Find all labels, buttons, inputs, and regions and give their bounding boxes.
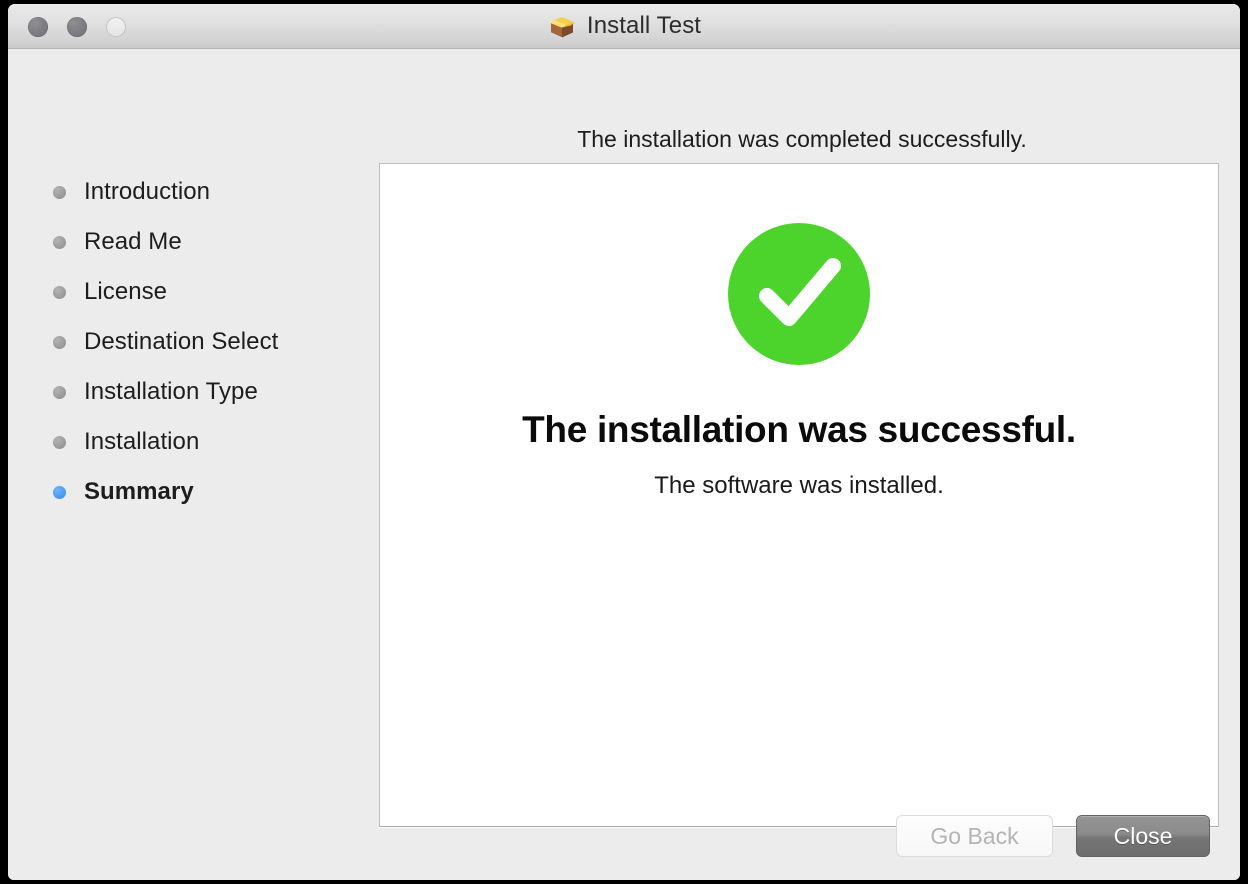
- window-titlebar: Install Test: [8, 4, 1240, 49]
- content-panel: The installation was successful. The sof…: [379, 163, 1219, 827]
- step-bullet-active-icon: [53, 485, 66, 499]
- minimize-window-button[interactable]: [67, 17, 87, 37]
- sidebar-item-introduction[interactable]: Introduction: [8, 167, 370, 217]
- success-subtitle: The software was installed.: [654, 472, 944, 499]
- window-title-group: Install Test: [8, 12, 1240, 40]
- sidebar-item-label: Installation Type: [84, 378, 258, 405]
- installer-steps-sidebar: Introduction Read Me License Destination…: [8, 49, 370, 880]
- sidebar-item-label: Introduction: [84, 178, 211, 205]
- close-window-button[interactable]: [28, 17, 48, 37]
- package-box-icon: [547, 13, 577, 40]
- sidebar-item-label: Installation: [84, 428, 200, 455]
- sidebar-item-read-me[interactable]: Read Me: [8, 217, 370, 267]
- sidebar-item-label: Summary: [84, 478, 194, 505]
- step-bullet-icon: [53, 235, 66, 249]
- success-title: The installation was successful.: [522, 409, 1076, 450]
- installer-window: Install Test Introduction Read Me Licens…: [8, 4, 1240, 880]
- green-check-circle-icon: [726, 221, 872, 367]
- window-body: Introduction Read Me License Destination…: [8, 49, 1240, 880]
- close-button[interactable]: Close: [1076, 815, 1210, 857]
- page-title: The installation was completed successfu…: [577, 126, 1027, 152]
- go-back-button[interactable]: Go Back: [896, 815, 1053, 857]
- sidebar-item-summary[interactable]: Summary: [8, 467, 370, 517]
- sidebar-item-label: Destination Select: [84, 328, 279, 355]
- step-bullet-icon: [53, 185, 66, 199]
- sidebar-item-label: License: [84, 278, 168, 305]
- step-bullet-icon: [53, 335, 66, 349]
- step-bullet-icon: [53, 435, 66, 449]
- window-title: Install Test: [586, 12, 702, 39]
- footer-buttons: Go Back Close: [896, 815, 1210, 857]
- installer-main-area: The installation was completed successfu…: [370, 49, 1240, 880]
- sidebar-item-installation-type[interactable]: Installation Type: [8, 367, 370, 417]
- zoom-window-button[interactable]: [106, 17, 126, 37]
- traffic-light-buttons: [28, 17, 126, 37]
- step-bullet-icon: [53, 285, 66, 299]
- sidebar-item-license[interactable]: License: [8, 267, 370, 317]
- sidebar-item-installation[interactable]: Installation: [8, 417, 370, 467]
- success-block: The installation was successful. The sof…: [380, 221, 1218, 500]
- sidebar-item-destination-select[interactable]: Destination Select: [8, 317, 370, 367]
- step-bullet-icon: [53, 385, 66, 399]
- sidebar-item-label: Read Me: [84, 228, 182, 255]
